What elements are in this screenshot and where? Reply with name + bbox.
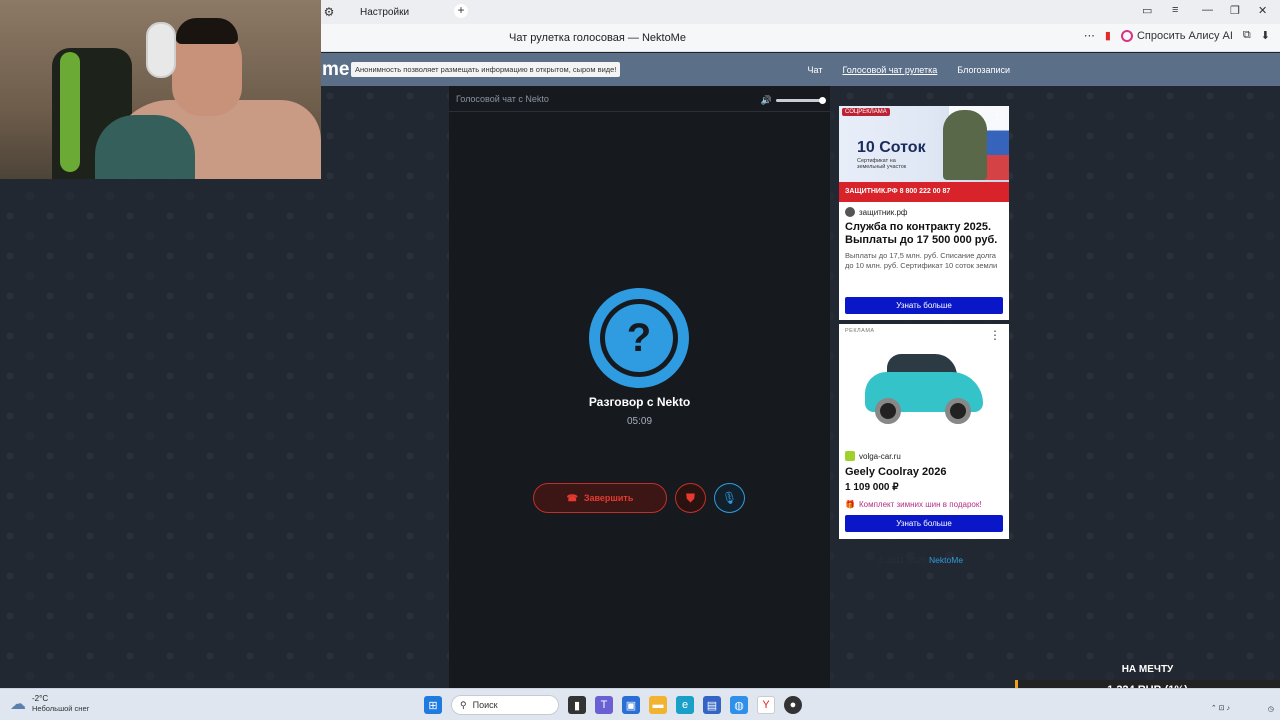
nav-item-blog[interactable]: Блогозаписи [957,65,1010,75]
end-call-label: Завершить [583,493,634,503]
site-favicon-icon [845,207,855,217]
volume-slider[interactable] [776,97,826,104]
chat-header-title: Голосовой чат с Nekto [456,94,549,104]
task-view-icon[interactable]: ▮ [568,696,586,714]
end-call-button[interactable]: ☎ Завершить [533,483,667,513]
minimize-icon[interactable]: — [1202,4,1213,16]
download-icon[interactable]: ⬇ [1261,29,1270,42]
restore-icon[interactable]: ❐ [1230,4,1240,17]
site-nav: Чат Голосовой чат рулетка Блогозаписи [808,65,1010,75]
collections-icon[interactable]: ⧉ [1243,29,1251,42]
weather-condition: Небольшой снег [32,704,90,713]
bookmark-icon[interactable]: ▮ [1105,29,1111,42]
ad-menu-icon[interactable]: ⋮ [991,108,1003,122]
search-icon: ⚲ [460,699,467,710]
edge-icon[interactable]: e [676,696,694,714]
volume-control[interactable]: 🔊 [761,95,826,106]
ad-banner-headline: 10 Соток [857,139,926,156]
speaker-icon[interactable]: 🔊 [761,95,772,106]
tab-icon[interactable]: ▭ [1142,4,1152,17]
obs-icon[interactable]: ● [784,696,802,714]
call-timer: 05:09 [626,416,653,427]
nav-item-voice-chat[interactable]: Голосовой чат рулетка [842,65,937,75]
footer-link[interactable]: NektoMe [929,555,963,565]
microphone-button[interactable]: 🎙 [714,483,745,513]
ad-banner[interactable]: СОЦРЕКЛАМА 10 Соток Сертификат на земель… [839,106,1009,202]
gift-icon: 🎁 [845,500,855,509]
ad-social-badge: СОЦРЕКЛАМА [842,108,890,116]
store-icon[interactable]: ▣ [622,696,640,714]
ad-banner-strip: ЗАЩИТНИК.РФ 8 800 222 00 87 [839,182,1009,202]
more-icon[interactable]: ⋯ [1084,29,1095,42]
page-title: Чат рулетка голосовая — NektoMe [509,32,686,44]
voice-chat-panel: Голосовой чат с Nekto 🔊 ? Разговор с Nek… [449,86,830,688]
alice-icon [1120,29,1133,42]
start-icon[interactable]: ⊞ [424,696,442,714]
shield-icon: ⛊ [685,490,695,505]
teams-icon[interactable]: T [595,696,613,714]
chat-header: Голосовой чат с Nekto 🔊 [449,86,830,112]
anonymous-avatar: ? [589,288,689,388]
system-tray[interactable]: ⌃ ⊡ ♪ [1211,704,1230,712]
ad-headline[interactable]: Служба по контракту 2025. Выплаты до 17 … [839,219,1009,247]
ad-headline[interactable]: Geely Coolray 2026 [839,464,953,479]
report-button[interactable]: ⛊ [675,483,706,513]
chart-app-icon[interactable]: ▤ [703,696,721,714]
nav-item-chat[interactable]: Чат [808,65,823,75]
snow-cloud-icon: ☁ [10,696,26,713]
site-logo[interactable]: me [322,59,349,81]
ad-learn-more-button[interactable]: Узнать больше [845,297,1003,314]
taskbar: ☁ -2°C Небольшой снег ⊞ ⚲ Поиск ▮ T ▣ ▬ … [0,688,1280,720]
conversation-title: Разговор с Nekto [588,395,691,409]
weather-widget[interactable]: ☁ -2°C Небольшой снег [10,694,89,714]
ad-source-domain: volga-car.ru [859,451,901,461]
ad-description: Выплаты до 17,5 млн. руб. Списание долга… [845,251,998,270]
ad-price: 1 109 000 ₽ [845,482,899,493]
menu-icon[interactable]: ≡ [1172,4,1178,16]
ad-label: РЕКЛАМА [845,328,875,334]
ad-card-zashchitnik[interactable]: СОЦРЕКЛАМА 10 Соток Сертификат на земель… [839,106,1009,320]
ad-card-geely[interactable]: РЕКЛАМА ⋮ volga-car.ru Geely Coolray 202… [839,324,1009,539]
soldier-graphic [943,110,987,180]
ad-source-domain: защитник.рф [859,207,908,217]
copyright: © 2011-2026 NektoMe [878,555,963,565]
car-image[interactable] [865,352,983,432]
alice-label: Спросить Алису AI [1136,29,1233,42]
ad-gift: 🎁 Комплект зимних шин в подарок! [845,500,982,509]
headphones-graphic [146,22,176,78]
ad-source: защитник.рф [839,202,1009,219]
ad-learn-more-button[interactable]: Узнать больше [845,515,1003,532]
question-icon: ? [605,304,673,372]
clock[interactable]: ◷ [1268,705,1274,713]
check-icon [845,451,855,461]
ad-menu-icon[interactable]: ⋮ [989,328,1001,342]
yandex-browser-icon[interactable]: Y [757,696,775,714]
anonymity-notice: Анонимность позволяет размещать информац… [351,62,621,77]
new-tab-button[interactable]: + [454,4,468,18]
browser-tab-label: Настройки [360,6,410,18]
alice-button[interactable]: Спросить Алису AI [1120,29,1233,42]
taskbar-search[interactable]: ⚲ Поиск [451,695,559,715]
close-icon[interactable]: ✕ [1258,4,1267,17]
chat-app-icon[interactable]: ◍ [730,696,748,714]
microphone-icon: 🎙 [721,491,738,505]
webcam-overlay [0,0,321,179]
ad-source: volga-car.ru [839,446,907,463]
ad-banner-subtext: Сертификат на земельный участок [857,158,907,170]
folder-icon[interactable]: ▬ [649,696,667,714]
copyright-text: © 2011-2026 [878,555,927,565]
weather-temperature: -2°C [32,694,49,703]
donation-goal-title: НА МЕЧТУ [1121,664,1174,675]
gear-icon: ⚙ [323,5,335,19]
hangup-icon: ☎ [566,492,578,503]
browser-tab[interactable]: ⚙ Настройки [322,2,409,22]
search-placeholder: Поиск [472,700,498,710]
ad-gift-text: Комплект зимних шин в подарок! [858,500,982,509]
